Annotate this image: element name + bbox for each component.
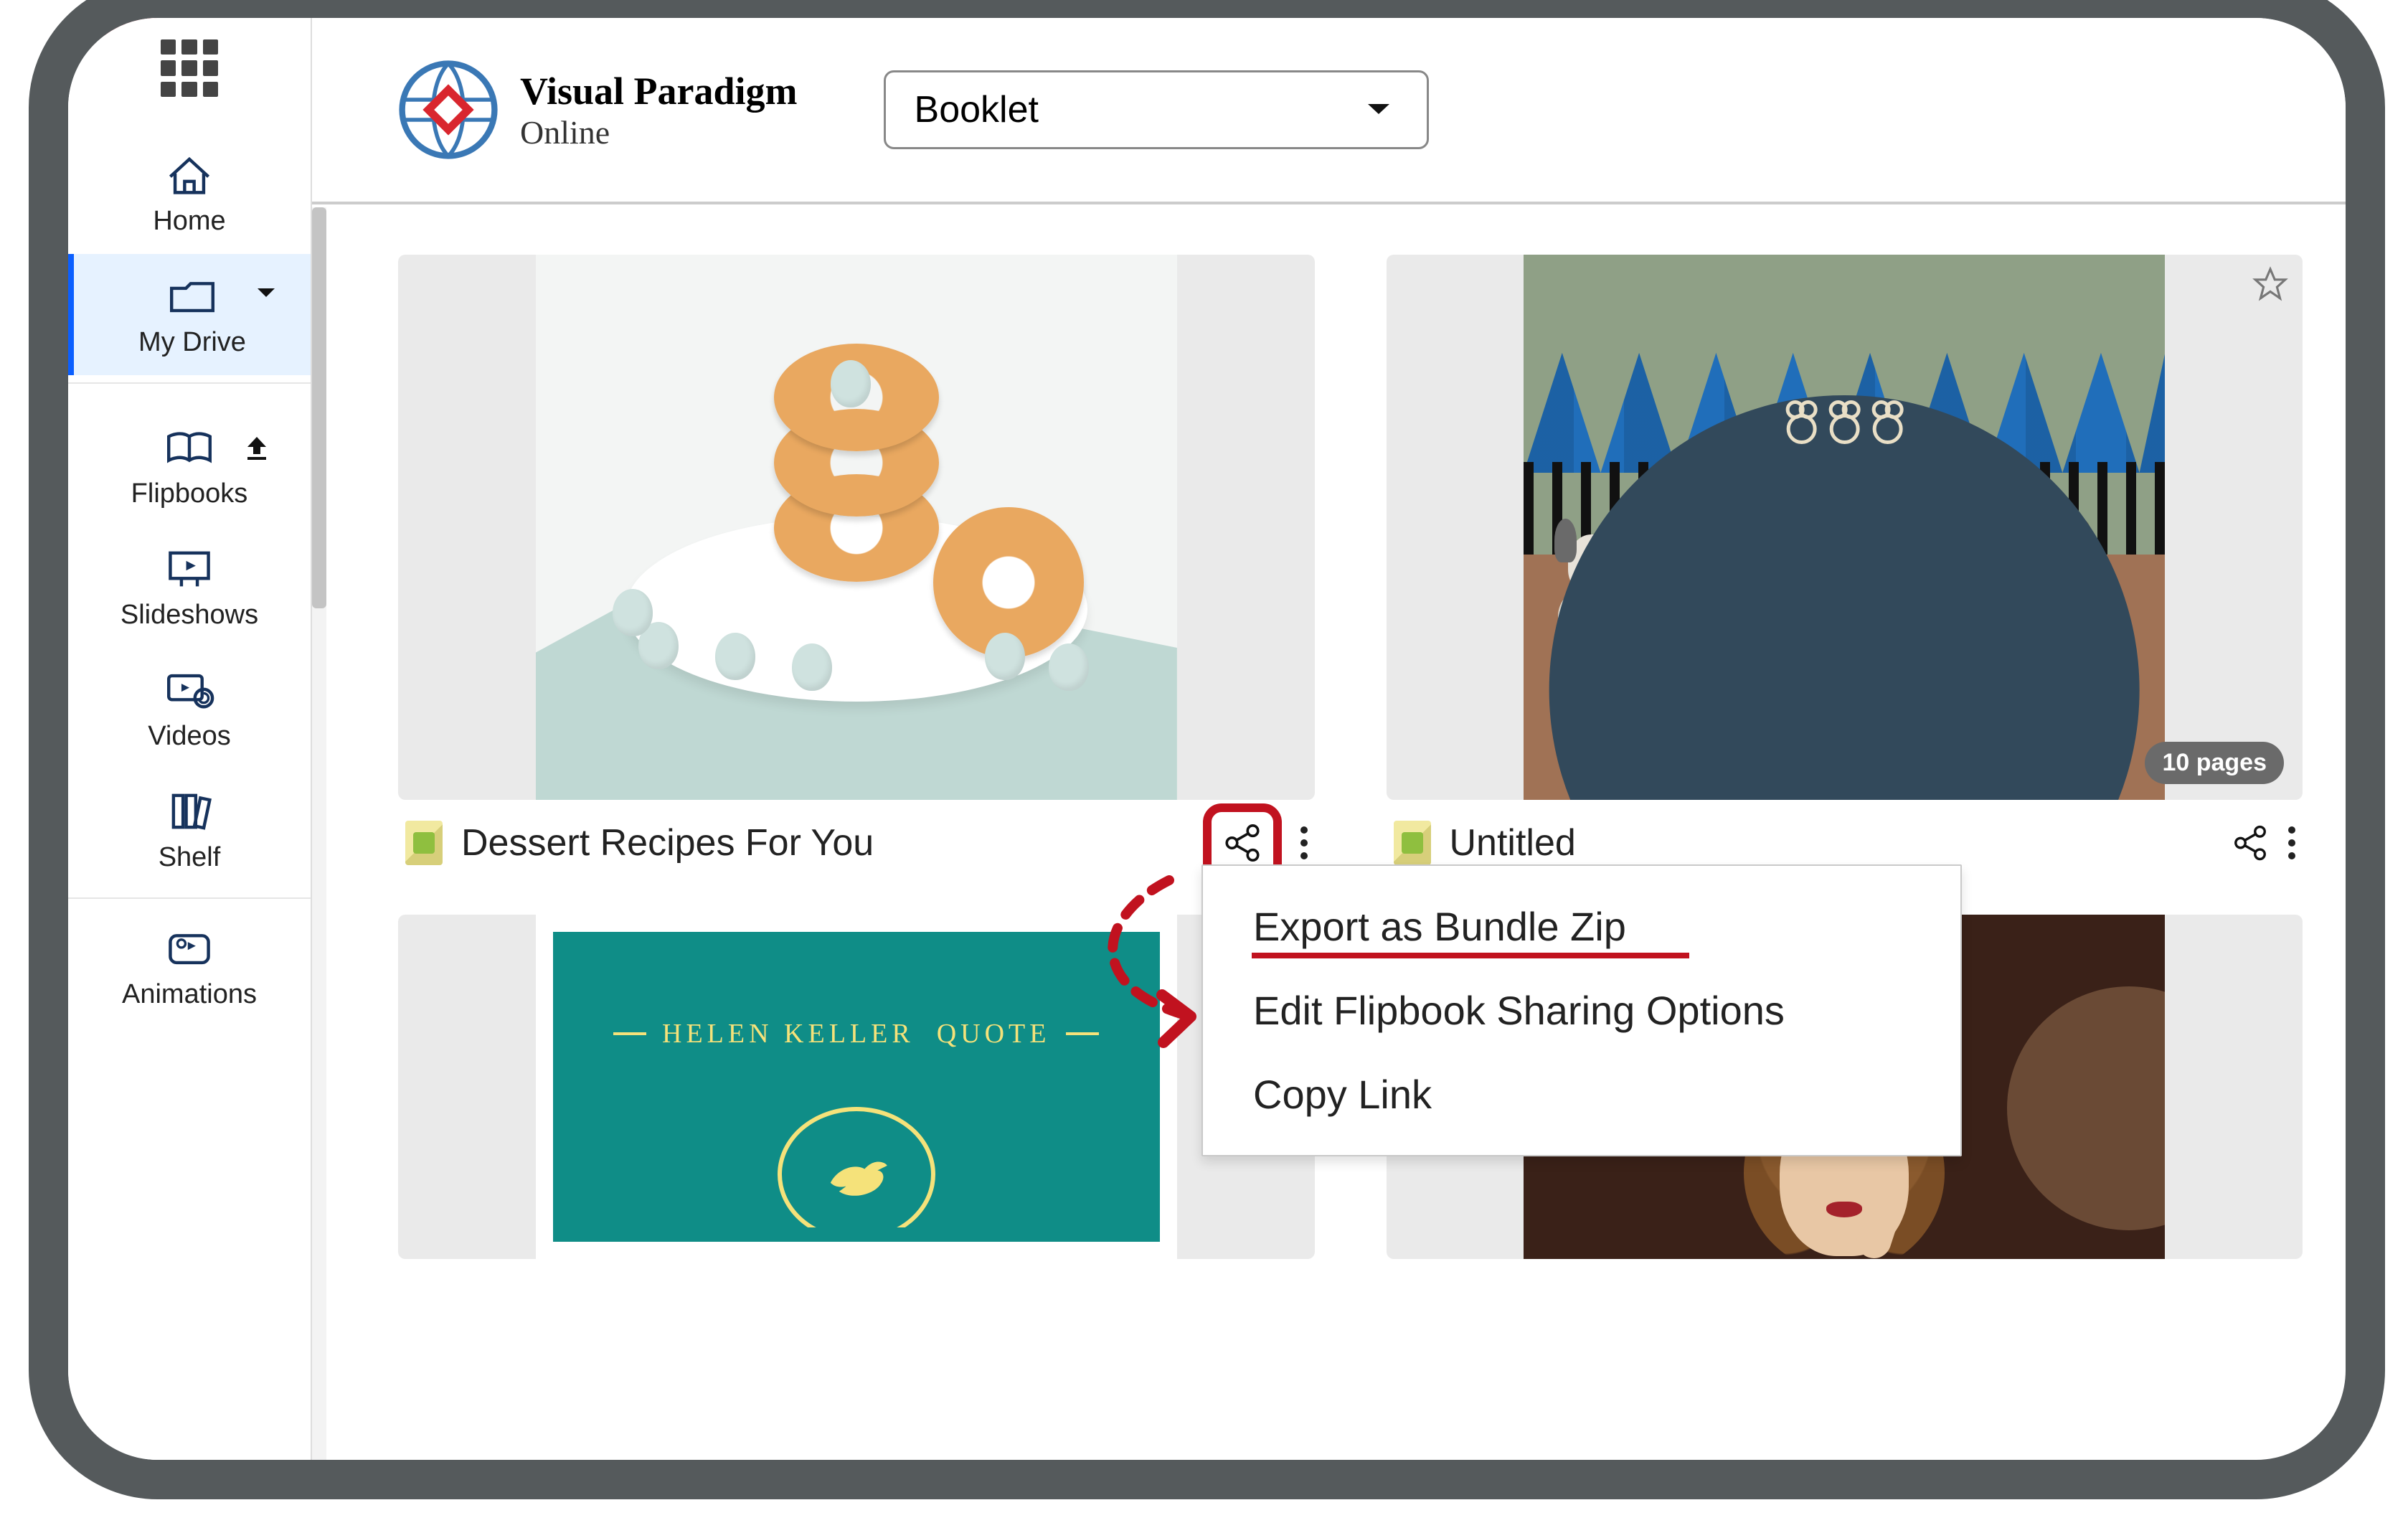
document-thumbnail[interactable]: HELEN KELLER QUOTE	[398, 915, 1315, 1259]
header: Visual Paradigm Online Booklet	[312, 18, 2346, 204]
nav-shelf[interactable]: Shelf	[68, 769, 311, 890]
document-type-select[interactable]: Booklet	[884, 70, 1429, 149]
nav-animations[interactable]: Animations	[68, 906, 311, 1027]
share-icon[interactable]	[2231, 824, 2270, 862]
document-type-value: Booklet	[915, 88, 1039, 131]
slideshow-icon	[163, 547, 216, 591]
sidebar: Home My Drive	[68, 18, 312, 1460]
favorite-star-button[interactable]	[2252, 266, 2288, 302]
nav-home[interactable]: Home	[68, 133, 311, 254]
folder-icon	[166, 274, 219, 319]
chevron-down-icon	[1366, 103, 1391, 117]
share-dropdown-menu: Export as Bundle Zip Edit Flipbook Shari…	[1201, 864, 1962, 1156]
nav-home-label: Home	[153, 206, 225, 237]
cover-heading: HELEN KELLER QUOTE	[662, 1018, 1050, 1050]
nav-slideshows-label: Slideshows	[121, 600, 258, 631]
content-grid: Dessert Recipes For You	[326, 212, 2346, 1460]
document-titlebar: Dessert Recipes For You	[398, 800, 1315, 886]
nav-my-drive[interactable]: My Drive	[68, 254, 311, 375]
cover-art	[536, 255, 1177, 800]
nav-shelf-label: Shelf	[159, 842, 221, 873]
document-title[interactable]: Dessert Recipes For You	[461, 821, 1184, 864]
pages-count-badge: 10 pages	[2145, 742, 2284, 784]
share-icon	[1222, 822, 1263, 864]
video-icon	[163, 668, 216, 712]
more-options-button[interactable]	[2288, 826, 2295, 859]
upload-arrow-icon[interactable]	[246, 435, 268, 460]
nav-my-drive-label: My Drive	[138, 327, 246, 358]
nav-animations-label: Animations	[122, 979, 257, 1010]
shelf-icon	[163, 789, 216, 834]
apps-grid-button[interactable]	[161, 39, 218, 97]
nav-separator-2	[68, 897, 311, 899]
brand-logo-icon	[398, 60, 499, 160]
brand-text: Visual Paradigm Online	[520, 69, 798, 151]
file-type-icon	[405, 821, 443, 865]
scrollbar[interactable]	[312, 207, 326, 1460]
document-thumbnail[interactable]: 10 pages	[1387, 255, 2303, 800]
nav-separator	[68, 382, 311, 384]
menu-item-export-bundle-zip[interactable]: Export as Bundle Zip	[1203, 885, 1960, 968]
file-type-icon	[1394, 821, 1431, 865]
brand-subtitle: Online	[520, 113, 798, 151]
cover-art: HELEN KELLER QUOTE	[536, 915, 1177, 1259]
cover-art	[1524, 255, 2165, 800]
document-card: Dessert Recipes For You	[398, 255, 1315, 886]
document-title[interactable]: Untitled	[1450, 821, 2213, 864]
more-options-button[interactable]	[1300, 826, 1308, 859]
menu-item-edit-sharing[interactable]: Edit Flipbook Sharing Options	[1203, 968, 1960, 1052]
device-frame: New Home My Drive	[29, 0, 2385, 1499]
document-thumbnail[interactable]	[398, 255, 1315, 800]
brand[interactable]: Visual Paradigm Online	[398, 60, 798, 160]
brand-name: Visual Paradigm	[520, 69, 798, 113]
chevron-down-icon[interactable]	[256, 287, 276, 300]
nav-flipbooks-label: Flipbooks	[131, 478, 248, 509]
book-open-icon	[163, 425, 216, 470]
scrollbar-thumb[interactable]	[312, 207, 326, 608]
nav-videos-label: Videos	[148, 721, 231, 752]
document-card: 10 pages Untitled	[1387, 255, 2303, 886]
nav-slideshows[interactable]: Slideshows	[68, 527, 311, 648]
menu-item-copy-link[interactable]: Copy Link	[1203, 1052, 1960, 1136]
animation-icon	[163, 926, 216, 971]
document-card: HELEN KELLER QUOTE	[398, 915, 1315, 1259]
dove-icon	[778, 1107, 935, 1242]
nav-flipbooks[interactable]: Flipbooks	[68, 405, 311, 527]
home-icon	[163, 153, 216, 197]
nav-videos[interactable]: Videos	[68, 648, 311, 769]
